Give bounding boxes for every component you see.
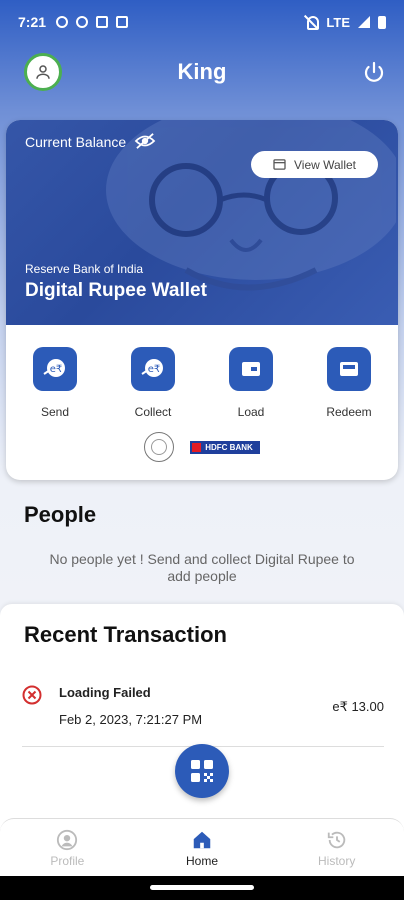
balance-label: Current Balance <box>25 134 127 150</box>
qr-scan-icon <box>191 760 213 782</box>
nav-home[interactable]: Home <box>135 819 270 876</box>
collect-button[interactable]: e₹ Collect <box>104 325 202 425</box>
redeem-icon <box>327 347 371 391</box>
mute-icon <box>304 15 320 30</box>
redeem-button[interactable]: Redeem <box>300 325 398 425</box>
status-bar: 7:21 LTE <box>0 0 404 44</box>
nav-profile[interactable]: Profile <box>0 819 135 876</box>
status-time: 7:21 <box>18 14 47 30</box>
rbi-logo <box>144 432 174 462</box>
scan-qr-button[interactable] <box>175 744 229 798</box>
view-wallet-button[interactable]: View Wallet <box>251 151 378 178</box>
wallet-icon <box>273 159 286 170</box>
svg-text:e₹: e₹ <box>148 364 161 375</box>
action-label: Redeem <box>326 405 372 419</box>
profile-icon <box>57 829 78 851</box>
people-title: People <box>24 502 97 527</box>
bottom-navigation: Profile Home History <box>0 818 404 876</box>
transaction-amount: e₹ 13.00 <box>332 699 384 714</box>
transaction-status: Loading Failed <box>59 685 151 700</box>
eye-off-icon[interactable] <box>134 132 156 150</box>
people-empty-message: No people yet ! Send and collect Digital… <box>49 551 355 584</box>
recent-title: Recent Transaction <box>24 622 227 647</box>
error-icon <box>22 685 42 705</box>
wallet-card: Current Balance View Wallet Reserve Bank… <box>6 120 398 480</box>
send-icon: e₹ <box>33 347 77 391</box>
collect-icon: e₹ <box>131 347 175 391</box>
notification-icons <box>56 16 129 28</box>
issuer-label: Reserve Bank of India <box>25 262 144 276</box>
wallet-name: Digital Rupee Wallet <box>25 280 207 301</box>
svg-text:e₹: e₹ <box>50 364 63 375</box>
wallet-banner: Current Balance View Wallet Reserve Bank… <box>6 120 398 325</box>
notification-icon <box>76 16 89 28</box>
app-header: King <box>0 50 404 96</box>
power-icon[interactable] <box>362 60 386 84</box>
view-wallet-label: View Wallet <box>293 157 357 172</box>
gesture-bar <box>0 876 404 900</box>
hdfc-bank-logo: HDFC BANK <box>190 440 260 454</box>
load-icon <box>229 347 273 391</box>
notification-icon <box>116 16 129 28</box>
page-title: King <box>177 59 227 84</box>
home-indicator[interactable] <box>150 885 254 890</box>
signal-icon <box>358 16 370 28</box>
action-label: Load <box>237 405 265 419</box>
transaction-row[interactable]: Loading Failed Feb 2, 2023, 7:21:27 PM e… <box>0 680 404 744</box>
load-button[interactable]: Load <box>202 325 300 425</box>
action-label: Send <box>40 405 70 419</box>
nav-label: Profile <box>50 854 85 868</box>
transaction-date: Feb 2, 2023, 7:21:27 PM <box>59 712 203 727</box>
wallet-actions: e₹ Send e₹ Collect Load Redeem <box>6 325 398 425</box>
send-button[interactable]: e₹ Send <box>6 325 104 425</box>
nav-label: Home <box>186 854 219 868</box>
history-icon <box>327 831 345 849</box>
nav-history[interactable]: History <box>269 819 404 876</box>
nav-label: History <box>318 854 356 868</box>
notification-icon <box>56 16 69 28</box>
notification-icon <box>96 16 109 28</box>
network-label: LTE <box>326 14 350 30</box>
home-icon <box>193 831 211 849</box>
partner-logos: HDFC BANK <box>6 432 398 462</box>
battery-icon <box>378 15 386 29</box>
action-label: Collect <box>134 405 172 419</box>
